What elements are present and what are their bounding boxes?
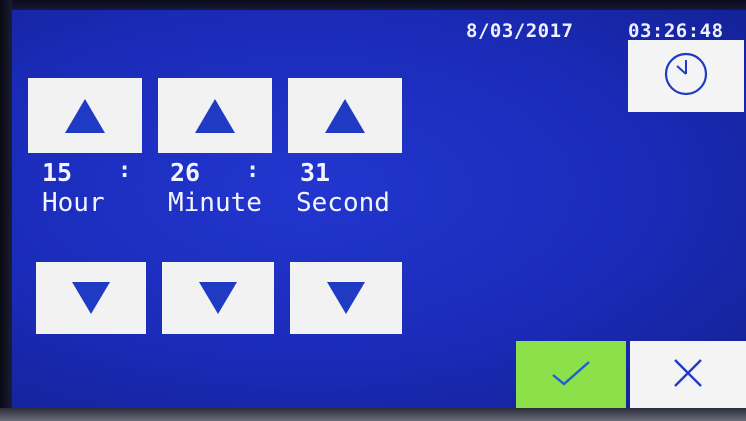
- current-time: 03:26:48: [628, 20, 724, 42]
- arrow-down-icon: [72, 282, 110, 314]
- second-value: 31: [300, 158, 331, 187]
- cancel-button[interactable]: [630, 341, 746, 408]
- minute-second-separator: :: [246, 158, 260, 183]
- current-date: 8/03/2017: [466, 20, 574, 42]
- minute-value: 26: [170, 158, 201, 187]
- hour-minute-separator: :: [118, 158, 132, 183]
- clock-button[interactable]: [628, 40, 744, 112]
- arrow-up-icon: [65, 98, 105, 133]
- hour-increase-button[interactable]: [28, 78, 142, 153]
- arrow-down-icon: [199, 282, 237, 314]
- time-setting-screen: 8/03/2017 03:26:48 15 : 26 : 31 Hour Min…: [12, 10, 746, 408]
- arrow-down-icon: [327, 282, 365, 314]
- screen-bezel-left: [0, 0, 12, 421]
- hour-label: Hour: [42, 188, 105, 218]
- minute-increase-button[interactable]: [158, 78, 272, 153]
- confirm-button[interactable]: [516, 341, 626, 408]
- minute-label: Minute: [168, 188, 262, 218]
- hour-value: 15: [42, 158, 73, 187]
- clock-icon: [657, 49, 715, 103]
- hour-decrease-button[interactable]: [36, 262, 146, 334]
- second-label: Second: [296, 188, 390, 218]
- minute-decrease-button[interactable]: [162, 262, 274, 334]
- second-increase-button[interactable]: [288, 78, 402, 153]
- close-icon: [670, 355, 706, 395]
- arrow-up-icon: [195, 98, 235, 133]
- screen-bezel-bottom: [0, 408, 746, 421]
- arrow-up-icon: [325, 98, 365, 133]
- second-decrease-button[interactable]: [290, 262, 402, 334]
- checkmark-icon: [549, 358, 593, 392]
- screen-bezel-top: [0, 0, 746, 10]
